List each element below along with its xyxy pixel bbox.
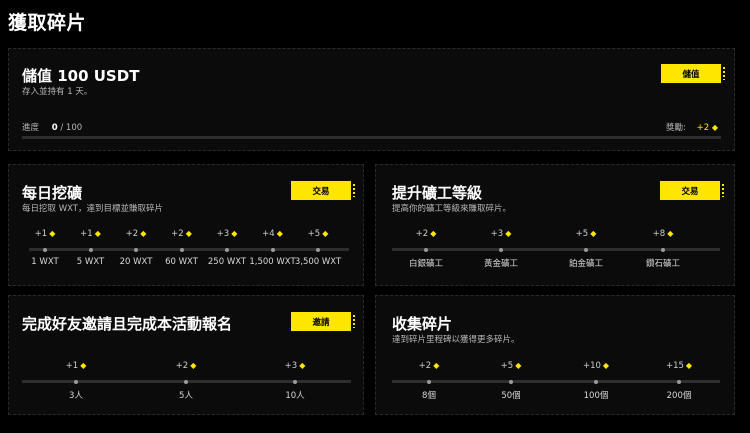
milestone-reward: +5 ◆ — [307, 229, 329, 239]
deposit-card: 儲值 100 USDT 存入並持有 1 天。 儲值 進度 0 / 100 獎勵:… — [8, 48, 735, 151]
milestone-reward: +1 ◆ — [65, 361, 87, 371]
progress-current: 0 — [51, 123, 58, 133]
milestone-label: 8個 — [422, 391, 436, 401]
puzzle-piece-icon: ◆ — [602, 361, 610, 370]
puzzle-piece-icon: ◆ — [505, 229, 512, 238]
progress-bar — [22, 136, 721, 139]
daily-mining-milestones: +1 ◆ 1 WXT +1 ◆ 5 WXT +2 ◆ 20 WXT +2 ◆ 60 WXT +3 ◆ 250… — [9, 165, 363, 285]
milestone-reward: +3 ◆ — [216, 229, 238, 239]
milestone-dot — [43, 247, 47, 252]
puzzle-piece-icon: ◆ — [430, 229, 437, 238]
puzzle-piece-icon: ◆ — [49, 229, 56, 238]
milestone-reward: +2 ◆ — [418, 361, 440, 371]
collect-track — [392, 379, 720, 384]
milestone-reward: +10 ◆ — [582, 361, 610, 371]
milestone-label: 3人 — [69, 391, 83, 401]
milestone-dot — [184, 379, 188, 384]
milestone-dot — [594, 379, 598, 384]
progress-total: / 100 — [60, 123, 83, 133]
miner-level-card: 提升礦工等級 提高你的礦工等級來賺取碎片。 交易 +2 ◆ 白銀礦工 +3 ◆ 黃金礦工 +… — [375, 164, 735, 286]
puzzle-piece-icon: ◆ — [685, 361, 693, 370]
daily_mining-track — [29, 247, 349, 252]
puzzle-piece-icon: ◆ — [590, 229, 597, 238]
milestone-dot — [179, 247, 184, 252]
puzzle-piece-icon: ◆ — [276, 229, 283, 238]
progress-label: 進度 — [22, 123, 40, 133]
milestone-label: 50個 — [501, 391, 521, 401]
milestone-dot — [74, 379, 78, 384]
collect-milestones: +2 ◆ 8個 +5 ◆ 50個 +10 ◆ 100個 +15 ◆ 200個 — [376, 296, 734, 414]
puzzle-piece-icon: ◆ — [433, 361, 440, 370]
puzzle-piece-icon: ◆ — [94, 229, 101, 238]
puzzle-piece-icon: ◆ — [667, 229, 674, 238]
miner-level-milestones: +2 ◆ 白銀礦工 +3 ◆ 黃金礦工 +5 ◆ 鉑金礦工 +8 ◆ 鑽石礦工 — [376, 165, 734, 285]
milestone-dot — [225, 247, 229, 252]
milestone-reward: +2 ◆ — [415, 229, 437, 239]
puzzle-piece-icon: ◆ — [80, 361, 87, 370]
milestone-reward: +2 ◆ — [175, 361, 197, 371]
puzzle-piece-icon: ◆ — [140, 229, 147, 238]
milestone-dot — [270, 247, 275, 252]
reward-value: +2 — [696, 123, 710, 133]
milestone-reward: +5 ◆ — [575, 229, 597, 239]
invite-track — [22, 379, 351, 384]
milestone-label: 10人 — [285, 391, 305, 401]
milestone-label: 200個 — [666, 391, 692, 401]
puzzle-piece-icon: ◆ — [515, 361, 522, 370]
invite-milestones: +1 ◆ 3人 +2 ◆ 5人 +3 ◆ 10人 — [9, 296, 363, 414]
milestone-reward: +15 ◆ — [665, 361, 693, 371]
milestone-reward: +2 ◆ — [125, 229, 147, 239]
milestone-reward: +1 ◆ — [80, 229, 101, 239]
milestone-label: 黃金礦工 — [483, 259, 519, 269]
milestone-label: 250 WXT — [207, 257, 247, 267]
puzzle-piece-icon: ◆ — [299, 361, 306, 370]
milestone-reward: +3 ◆ — [284, 361, 306, 371]
milestone-reward: +2 ◆ — [171, 229, 192, 239]
milestone-dot — [509, 379, 513, 384]
milestone-reward: +5 ◆ — [500, 361, 522, 371]
invite-card: 完成好友邀請且完成本活動報名 邀請 +1 ◆ 3人 +2 ◆ 5人 +3 ◆ 10人 — [8, 295, 364, 415]
milestone-label: 1,500 WXT — [249, 257, 296, 267]
puzzle-piece-icon: ◆ — [190, 361, 197, 370]
milestone-reward: +8 ◆ — [652, 229, 674, 239]
milestone-label: 20 WXT — [119, 257, 153, 267]
deposit-button[interactable]: 儲值 — [661, 64, 725, 83]
deposit-title: 儲值 100 USDT — [22, 67, 140, 85]
milestone-label: 5人 — [179, 391, 193, 401]
deposit-button-label: 儲值 — [682, 68, 700, 79]
miner_level-track — [392, 247, 720, 252]
milestone-reward: +4 ◆ — [262, 229, 283, 239]
reward-label: 獎勵: — [666, 123, 686, 133]
milestone-dot — [134, 247, 138, 252]
daily-mining-card: 每日挖礦 每日挖取 WXT，達到目標並賺取碎片 交易 +1 ◆ 1 WXT +1 ◆ 5 … — [8, 164, 364, 286]
milestone-label: 100個 — [583, 391, 609, 401]
milestone-dot — [584, 247, 588, 252]
puzzle-piece-icon: ◆ — [185, 229, 192, 238]
milestone-dot — [661, 247, 665, 252]
milestone-label: 鉑金礦工 — [568, 259, 604, 269]
milestone-reward: +3 ◆ — [490, 229, 512, 239]
collect-card: 收集碎片 達到碎片里程碑以獲得更多碎片。 +2 ◆ 8個 +5 ◆ 50個 +10 ◆ 100個… — [375, 295, 735, 415]
puzzle-piece-icon: ◆ — [711, 123, 718, 132]
milestone-label: 1 WXT — [31, 257, 59, 267]
page-title: 獲取碎片 — [8, 12, 87, 34]
puzzle-piece-icon: ◆ — [322, 229, 329, 238]
puzzle-piece-icon: ◆ — [231, 229, 238, 238]
progress-label-group: 進度 0 / 100 — [22, 121, 82, 133]
milestone-label: 3,500 WXT — [294, 257, 342, 267]
milestone-dot — [88, 247, 93, 252]
milestone-dot — [499, 247, 503, 252]
milestone-reward: +1 ◆ — [34, 229, 56, 239]
milestone-dot — [293, 379, 297, 384]
milestone-dot — [677, 379, 681, 384]
milestone-label: 鑽石礦工 — [645, 259, 681, 269]
milestone-dot — [316, 247, 320, 252]
milestone-dot — [424, 247, 428, 252]
reward-group: 獎勵: +2 ◆ — [666, 121, 718, 133]
milestone-label: 5 WXT — [76, 257, 105, 267]
milestone-dot — [427, 379, 431, 384]
milestone-label: 白銀礦工 — [408, 259, 444, 269]
deposit-subtitle: 存入並持有 1 天。 — [22, 87, 93, 97]
milestone-label: 60 WXT — [165, 257, 198, 267]
